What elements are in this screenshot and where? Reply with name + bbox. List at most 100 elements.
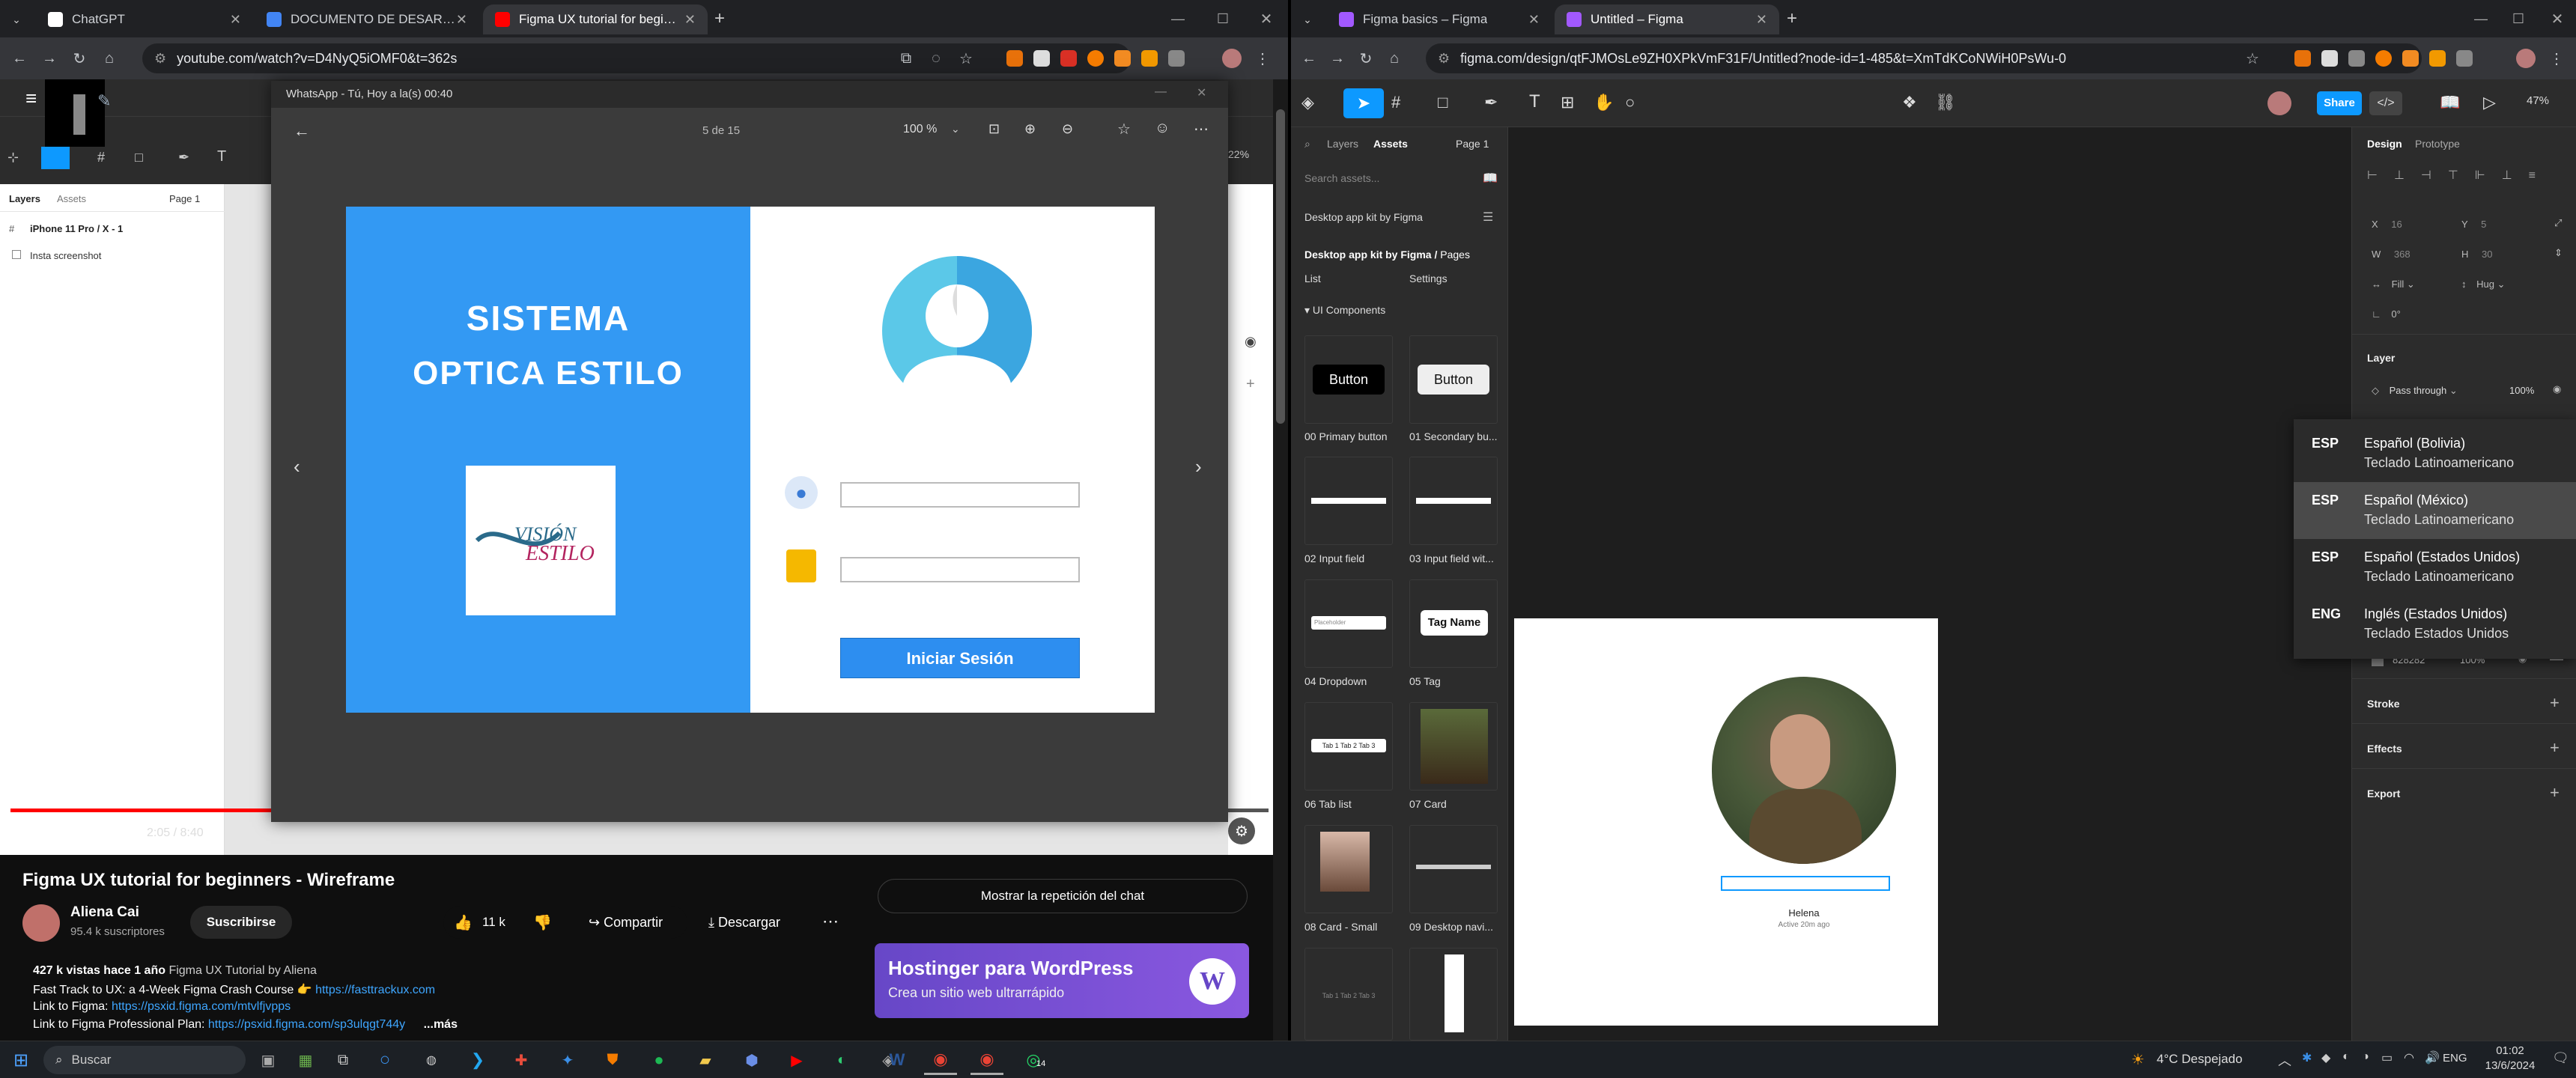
breadcrumb-pages[interactable]: Pages <box>1440 249 1470 261</box>
close-icon[interactable]: ✕ <box>1528 12 1540 28</box>
extension-icon[interactable] <box>1006 50 1023 67</box>
open-in-app-icon[interactable]: ⧉ <box>896 48 917 69</box>
library-selector[interactable]: Desktop app kit by Figma <box>1304 211 1423 223</box>
width-fill-select[interactable]: ↔ Fill ⌄ <box>2372 278 2415 290</box>
plus-icon[interactable]: + <box>1246 376 1255 393</box>
brave-icon[interactable] <box>1087 50 1104 67</box>
maps-icon[interactable]: ▦ <box>289 1045 322 1075</box>
eye-off-icon[interactable]: ◌ <box>926 48 947 69</box>
minimize-icon[interactable]: — <box>2471 9 2491 28</box>
word-icon[interactable]: W <box>881 1045 914 1075</box>
menu-kebab-icon[interactable]: ⋮ <box>1252 48 1273 69</box>
library-book-icon[interactable]: 📖 <box>1483 171 1498 186</box>
description-link[interactable]: https://fasttrackux.com <box>315 984 435 996</box>
pen-tool-icon[interactable]: ✒ <box>178 150 189 165</box>
constraints-icon[interactable]: ⤢ <box>2554 217 2562 229</box>
canvas-status-text[interactable]: Active 20m ago <box>1712 921 1896 929</box>
rotation-field[interactable]: ∟ 0° <box>2372 308 2401 320</box>
clock-date[interactable]: 13/6/2024 <box>2474 1059 2546 1072</box>
lock-ratio-icon[interactable]: ⇕ <box>2554 247 2563 259</box>
next-image-icon[interactable]: › <box>1195 455 1202 478</box>
user-avatar[interactable] <box>2267 91 2291 115</box>
clock-time[interactable]: 01:02 <box>2480 1044 2540 1057</box>
extension-icon[interactable] <box>2429 50 2446 67</box>
comment-icon[interactable]: ○ <box>1625 93 1635 112</box>
search-icon[interactable]: ⌕ <box>1304 138 1310 150</box>
extensions-puzzle-icon[interactable] <box>2456 50 2473 67</box>
bookmark-star-icon[interactable]: ☆ <box>2242 48 2263 69</box>
home-icon[interactable]: ⌂ <box>1384 48 1405 69</box>
list-tab[interactable]: List <box>1304 272 1321 284</box>
forward-icon[interactable]: → <box>1327 48 1348 69</box>
bookmark-star-icon[interactable]: ☆ <box>956 48 976 69</box>
chrome-icon[interactable]: ◉ <box>970 1045 1003 1075</box>
spotify-icon[interactable]: ● <box>643 1045 675 1075</box>
youtube-icon[interactable]: ▶ <box>780 1045 813 1075</box>
figma-canvas[interactable]: Helena Active 20m ago <box>1508 127 2351 1041</box>
bluetooth-icon[interactable]: ✱ <box>2302 1050 2312 1065</box>
tray-app-icon[interactable]: ◑ <box>2362 1050 2369 1064</box>
extension-icon[interactable] <box>2402 50 2419 67</box>
tray-app-icon[interactable]: ◆ <box>2321 1050 2330 1065</box>
home-icon[interactable]: ⌂ <box>99 48 120 69</box>
show-more-link[interactable]: ...más <box>424 1018 458 1031</box>
height-hug-select[interactable]: ↕ Hug ⌄ <box>2461 278 2506 290</box>
star-icon[interactable]: ☆ <box>1117 120 1131 138</box>
close-icon[interactable]: ✕ <box>230 12 241 28</box>
new-tab-icon[interactable]: + <box>1782 8 1802 28</box>
close-window-icon[interactable]: ✕ <box>2548 9 2567 28</box>
settings-tab[interactable]: Settings <box>1409 272 1448 284</box>
layer-image[interactable]: Insta screenshot <box>30 250 101 261</box>
tray-app-icon[interactable]: ◐ <box>2342 1050 2350 1064</box>
lang-option-english[interactable]: ENG Inglés (Estados Unidos) Teclado Esta… <box>2294 596 2576 653</box>
back-icon[interactable]: ← <box>9 48 30 69</box>
app-icon[interactable]: ✦ <box>551 1045 584 1075</box>
extensions-puzzle-icon[interactable] <box>1168 50 1185 67</box>
layer-frame[interactable]: iPhone 11 Pro / X - 1 <box>30 223 123 234</box>
prev-image-icon[interactable]: ‹ <box>294 455 300 478</box>
hostinger-ad[interactable]: Hostinger para WordPress Crea un sitio w… <box>875 943 1249 1018</box>
move-tool-icon[interactable]: ➤ <box>1343 88 1384 118</box>
component-card-small[interactable] <box>1304 825 1393 913</box>
extension-icon[interactable] <box>2321 50 2338 67</box>
menu-kebab-icon[interactable]: ⋮ <box>2546 48 2567 69</box>
tab-assets[interactable]: Assets <box>57 193 86 204</box>
weather-text[interactable]: 4°C Despejado <box>2157 1052 2243 1067</box>
reload-icon[interactable]: ↻ <box>1355 48 1376 69</box>
file-explorer-icon[interactable]: ▰ <box>689 1045 722 1075</box>
reload-icon[interactable]: ↻ <box>69 48 90 69</box>
brave-icon[interactable] <box>2375 50 2392 67</box>
resources-icon[interactable]: ⊞ <box>1561 93 1574 112</box>
blend-mode-select[interactable]: ◇ Pass through ⌄ <box>2372 385 2458 397</box>
component-input-field-with[interactable] <box>1409 457 1498 545</box>
lang-option-mexico-selected[interactable]: ESP Español (México) Teclado Latinoameri… <box>2294 482 2576 539</box>
extension-icon[interactable] <box>2294 50 2311 67</box>
more-actions-icon[interactable]: ⋯ <box>822 912 839 931</box>
app-icon[interactable]: ▣ <box>252 1045 285 1075</box>
present-play-icon[interactable]: ▷ <box>2483 93 2496 112</box>
zoom-level[interactable]: 47% <box>2527 94 2549 107</box>
component-tag[interactable]: Tag Name <box>1409 579 1498 668</box>
maximize-icon[interactable]: ☐ <box>1213 9 1233 28</box>
site-info-icon[interactable]: ⚙ <box>1438 51 1450 67</box>
chevron-down-icon[interactable]: ⌄ <box>951 123 960 135</box>
component-secondary-button[interactable]: Button <box>1409 335 1498 424</box>
extension-icon[interactable] <box>2348 50 2365 67</box>
emoji-icon[interactable]: ☺ <box>1155 120 1170 137</box>
w-field[interactable]: W 368 <box>2372 249 2411 260</box>
x-field[interactable]: X 16 <box>2372 219 2402 230</box>
tab-untitled-figma[interactable]: Untitled – Figma ✕ <box>1555 4 1779 34</box>
back-arrow-icon[interactable]: ← <box>294 121 310 141</box>
extension-icon[interactable] <box>1060 50 1077 67</box>
tab-youtube[interactable]: Figma UX tutorial for beginners ✕ <box>483 4 708 34</box>
back-icon[interactable]: ← <box>1298 48 1319 69</box>
text-tool-icon[interactable]: T <box>217 148 226 165</box>
add-stroke-icon[interactable]: + <box>2550 693 2560 713</box>
component-icon[interactable]: ❖ <box>1902 93 1917 112</box>
tab-figma-basics[interactable]: Figma basics – Figma ✕ <box>1327 4 1552 34</box>
fit-screen-icon[interactable]: ⊡ <box>988 121 1000 137</box>
selected-tool[interactable] <box>41 147 70 169</box>
component-input-field[interactable] <box>1304 457 1393 545</box>
login-button[interactable]: Iniciar Sesión <box>840 638 1080 678</box>
tab-layers[interactable]: Layers <box>9 193 40 204</box>
